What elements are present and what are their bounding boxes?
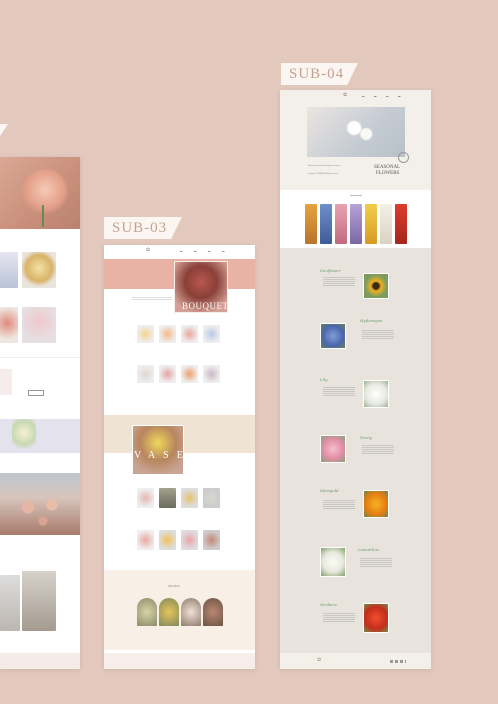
- brand-logo[interactable]: ✿: [343, 92, 347, 98]
- product-thumb[interactable]: [203, 365, 220, 383]
- info-swatch: [0, 369, 12, 395]
- nav-link[interactable]: ▬: [386, 95, 389, 98]
- page-sub-04: ✿ ▬ ▬ ▬ ▬ SEASONAL FLOWERS A flower that…: [280, 90, 431, 669]
- product-thumb[interactable]: [203, 325, 220, 343]
- product-thumb[interactable]: [137, 325, 154, 343]
- product-thumb[interactable]: [0, 252, 18, 288]
- flower-photo: [320, 323, 346, 349]
- nav-link[interactable]: ▬: [374, 95, 377, 98]
- season-card[interactable]: [365, 204, 377, 244]
- nav-link[interactable]: ▬: [398, 95, 401, 98]
- product-thumb[interactable]: [203, 530, 220, 550]
- flower-name: Hydrangea: [360, 318, 383, 323]
- flower-description: [362, 445, 394, 455]
- season-card[interactable]: [320, 204, 332, 244]
- product-thumb[interactable]: [22, 307, 56, 343]
- product-thumb[interactable]: [159, 530, 176, 550]
- vase-hero-word: VASE: [134, 450, 191, 461]
- page-sub-02-partial: [0, 157, 80, 669]
- product-thumb[interactable]: [181, 488, 198, 508]
- flower-description: [323, 387, 355, 397]
- intro-text: [132, 297, 172, 301]
- season-card[interactable]: [350, 204, 362, 244]
- flower-photo: [363, 273, 389, 299]
- product-thumb[interactable]: [22, 252, 56, 288]
- top-nav: ✿ ▬ ▬ ▬ ▬: [280, 90, 431, 104]
- product-thumb[interactable]: [203, 488, 220, 508]
- top-nav: ✿ ▬ ▬ ▬ ▬: [104, 245, 255, 259]
- hero-stem: [42, 205, 44, 227]
- brand-logo[interactable]: ✿: [146, 247, 150, 253]
- product-thumb[interactable]: [181, 365, 198, 383]
- flower-description: [323, 500, 355, 510]
- hero-flower-image: [22, 169, 68, 215]
- footer: [280, 653, 431, 669]
- daisy-bouquet-image: [12, 419, 36, 453]
- nav-link[interactable]: ▬: [180, 250, 183, 253]
- season-card[interactable]: [380, 204, 392, 244]
- product-thumb[interactable]: [181, 325, 198, 343]
- flower-name: Sunflower: [320, 268, 341, 273]
- flower-description: [360, 558, 392, 568]
- hero-line-1: A flower that resembles the fragrance of…: [308, 166, 341, 167]
- season-strip-title: [350, 195, 362, 196]
- flower-name: Gerbera: [320, 602, 337, 607]
- review-photo[interactable]: [137, 598, 157, 626]
- daisy-field-flowers: [10, 491, 70, 531]
- footer: [104, 653, 255, 669]
- page-sub-03: ✿ ▬ ▬ ▬ ▬ BOUQUET VASE REVIEW: [104, 245, 255, 669]
- flower-name: Peony: [360, 435, 373, 440]
- review-section: [104, 570, 255, 650]
- flower-description: [323, 613, 355, 623]
- season-card[interactable]: [305, 204, 317, 244]
- bouquet-hero-word: BOUQUET: [182, 301, 229, 311]
- review-photo[interactable]: [159, 598, 179, 626]
- nav-link[interactable]: ▬: [362, 95, 365, 98]
- label-arrow-partial: [0, 124, 8, 136]
- flower-photo: [320, 547, 346, 577]
- product-thumb[interactable]: [159, 365, 176, 383]
- product-thumb[interactable]: [0, 307, 18, 343]
- review-title: REVIEW: [168, 584, 180, 588]
- flower-name: Lily: [320, 377, 328, 382]
- flower-photo: [363, 490, 389, 518]
- season-card[interactable]: [335, 204, 347, 244]
- nav-link[interactable]: ▬: [222, 250, 225, 253]
- product-thumb[interactable]: [137, 530, 154, 550]
- footer: [0, 653, 80, 669]
- product-thumb[interactable]: [137, 365, 154, 383]
- info-button[interactable]: [28, 390, 44, 396]
- label-sub-04: SUB-04: [281, 63, 358, 85]
- flower-photo: [320, 435, 346, 463]
- vase-image: [22, 571, 56, 631]
- flower-name: Marigold: [320, 488, 339, 493]
- footer-logo[interactable]: ✿: [317, 657, 321, 663]
- product-thumb[interactable]: [159, 488, 176, 508]
- vase-image: [0, 575, 20, 631]
- product-thumb[interactable]: [159, 325, 176, 343]
- flower-description: [323, 277, 355, 287]
- hero-line-2: Copyright © SPRINGBOX All rights reserve…: [308, 174, 339, 175]
- hero-title-2: FLOWERS: [376, 171, 400, 176]
- product-thumb[interactable]: [137, 488, 154, 508]
- nav-link[interactable]: ▬: [208, 250, 211, 253]
- hero-white-flowers: [335, 112, 383, 152]
- review-photo[interactable]: [181, 598, 201, 626]
- flower-photo: [363, 603, 389, 633]
- season-card[interactable]: [395, 204, 407, 244]
- flower-photo: [363, 380, 389, 408]
- flower-description: [362, 330, 394, 340]
- product-thumb[interactable]: [181, 530, 198, 550]
- flower-name: Lisianthus: [358, 547, 380, 552]
- review-photo[interactable]: [203, 598, 223, 626]
- nav-link[interactable]: ▬: [194, 250, 197, 253]
- label-sub-03: SUB-03: [104, 217, 182, 239]
- section-divider: [0, 357, 80, 358]
- hero-badge: [398, 152, 409, 163]
- footer-social-icons[interactable]: [390, 660, 406, 663]
- hero-title-1: SEASONAL: [374, 165, 401, 170]
